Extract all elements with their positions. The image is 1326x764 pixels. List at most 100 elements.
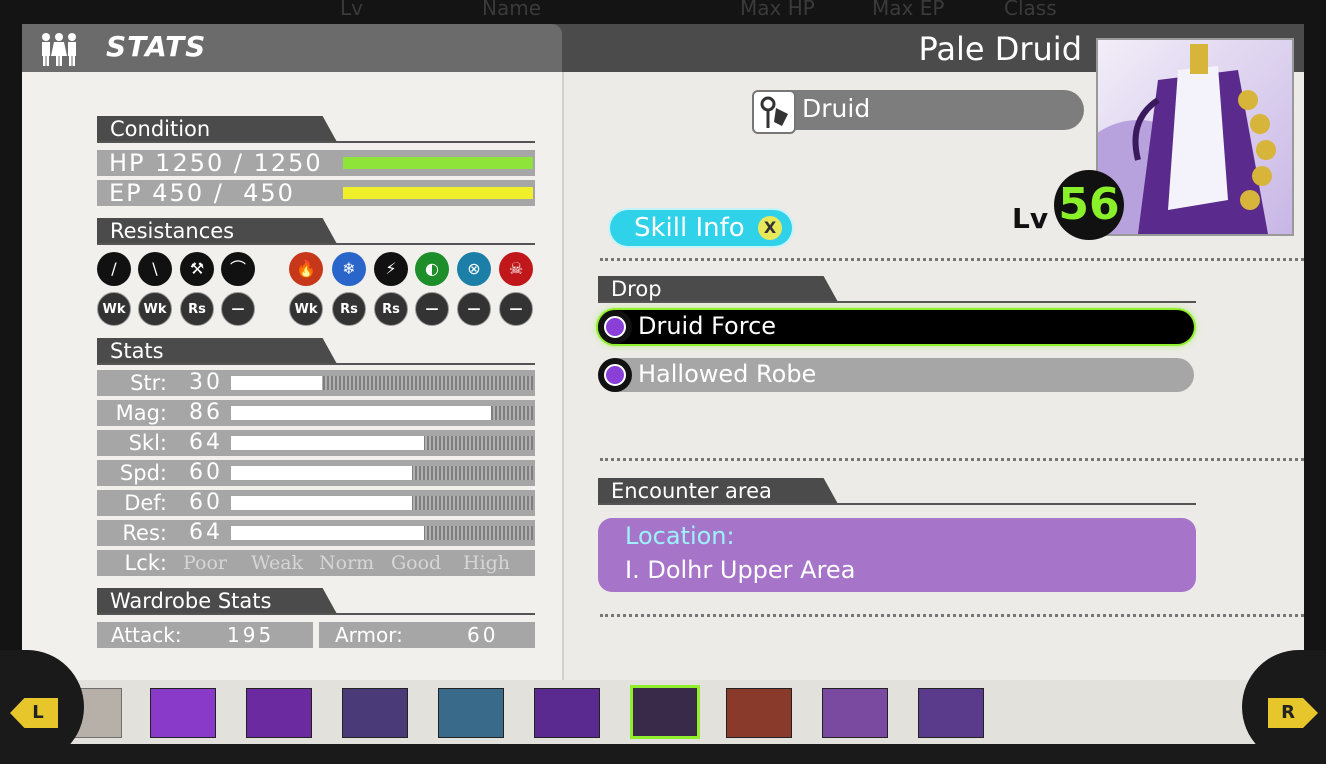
divider bbox=[600, 614, 1304, 617]
bg-header-lv: Lv bbox=[340, 0, 363, 20]
stat-bar-fill bbox=[231, 436, 425, 450]
stat-label: Res: bbox=[122, 521, 167, 545]
class-label: Druid bbox=[802, 94, 871, 123]
hp-label: HP 1250 / 1250 bbox=[109, 150, 323, 176]
skill-info-button[interactable]: Skill Info X bbox=[610, 210, 792, 246]
bg-header-class: Class bbox=[1004, 0, 1057, 20]
attack-value: 195 bbox=[227, 623, 275, 647]
stat-bar-fill bbox=[231, 496, 413, 510]
level-label: Lv bbox=[1012, 202, 1049, 235]
ep-row: EP 450 / 450 bbox=[97, 180, 535, 206]
drop-heading: Drop bbox=[598, 276, 1196, 303]
roster-thumbnail[interactable] bbox=[150, 688, 216, 738]
divider bbox=[600, 458, 1304, 461]
stat-value: 30 bbox=[189, 370, 223, 395]
ep-label: EP 450 / 450 bbox=[109, 180, 295, 206]
divider bbox=[97, 141, 535, 143]
stat-label: Skl: bbox=[128, 431, 167, 455]
luck-label: Lck: bbox=[124, 551, 167, 575]
monster-detail-panel: STATS Pale Druid Condition HP 1250 / 125… bbox=[22, 24, 1304, 746]
lightning-icon: ⚡ bbox=[374, 252, 408, 286]
drop-item-druid-force[interactable]: Druid Force bbox=[598, 310, 1194, 344]
roster-thumbnail[interactable] bbox=[342, 688, 408, 738]
stat-label: Str: bbox=[130, 371, 167, 395]
stat-row-def: Def: 60 bbox=[97, 490, 535, 516]
fire-icon: 🔥 bbox=[289, 252, 323, 286]
stat-label: Spd: bbox=[119, 461, 167, 485]
stats-tab: STATS bbox=[22, 24, 562, 72]
resistance-value: Wk bbox=[289, 292, 323, 326]
resistance-value: Wk bbox=[97, 292, 131, 326]
stat-value: 64 bbox=[189, 430, 223, 455]
staff-icon: \ bbox=[138, 252, 172, 286]
x-button-icon: X bbox=[758, 216, 782, 240]
drop-item-label: Hallowed Robe bbox=[638, 360, 817, 388]
stat-value: 60 bbox=[189, 460, 223, 485]
wardrobe-armor: Armor: 60 bbox=[319, 622, 535, 648]
wardrobe-label: Wardrobe Stats bbox=[97, 588, 337, 614]
divider bbox=[598, 301, 1196, 303]
armor-value: 60 bbox=[467, 623, 499, 647]
death-icon: ☠ bbox=[499, 252, 533, 286]
background-list-header: Lv Name Max HP Max EP Class bbox=[0, 0, 1326, 20]
resistance-value: Rs bbox=[180, 292, 214, 326]
luck-poor: Poor bbox=[183, 552, 227, 574]
divider bbox=[600, 258, 1304, 261]
resistance-value: — bbox=[499, 292, 533, 326]
stat-value: 64 bbox=[189, 520, 223, 545]
roster-thumbnail[interactable] bbox=[534, 688, 600, 738]
encounter-label: Encounter area bbox=[598, 478, 838, 504]
ep-bar bbox=[343, 187, 533, 199]
resistance-value: Rs bbox=[332, 292, 366, 326]
monster-name: Pale Druid bbox=[918, 30, 1083, 68]
bottom-bezel bbox=[0, 744, 1326, 764]
roster-thumbnail[interactable] bbox=[918, 688, 984, 738]
roster-thumbnail[interactable] bbox=[630, 685, 700, 739]
hp-bar bbox=[343, 157, 533, 169]
stat-value: 60 bbox=[189, 490, 223, 515]
ice-icon: ❄ bbox=[332, 252, 366, 286]
stat-row-mag: Mag: 86 bbox=[97, 400, 535, 426]
roster-thumbnail[interactable] bbox=[246, 688, 312, 738]
stat-bar-fill bbox=[231, 466, 413, 480]
stat-bar-track bbox=[231, 526, 533, 540]
resistance-value: Rs bbox=[374, 292, 408, 326]
ep-value: 450 / 450 bbox=[152, 179, 295, 207]
resistance-value: — bbox=[457, 292, 491, 326]
people-icon bbox=[42, 33, 76, 66]
stat-bar-fill bbox=[231, 376, 322, 390]
roster-thumbnail[interactable] bbox=[822, 688, 888, 738]
bow-icon: ⌒ bbox=[221, 252, 255, 286]
luck-weak: Weak bbox=[251, 552, 304, 574]
condition-heading: Condition bbox=[97, 116, 537, 143]
drop-item-hallowed-robe[interactable]: Hallowed Robe bbox=[598, 358, 1194, 392]
resistances-heading: Resistances bbox=[97, 218, 537, 245]
dark-icon: ⊗ bbox=[457, 252, 491, 286]
location-value: I. Dolhr Upper Area bbox=[625, 556, 856, 584]
stat-bar-track bbox=[231, 376, 533, 390]
stat-bar-fill bbox=[231, 526, 425, 540]
roster-thumbnail[interactable] bbox=[438, 688, 504, 738]
stat-row-skl: Skl: 64 bbox=[97, 430, 535, 456]
attack-label: Attack: bbox=[111, 623, 182, 647]
stat-row-spd: Spd: 60 bbox=[97, 460, 535, 486]
bg-header-name: Name bbox=[482, 0, 542, 20]
roster-thumbnail[interactable] bbox=[726, 688, 792, 738]
level-value: 56 bbox=[1054, 170, 1124, 240]
wardrobe-attack: Attack: 195 bbox=[97, 622, 313, 648]
drop-label: Drop bbox=[598, 276, 838, 302]
stat-bar-track bbox=[231, 496, 533, 510]
resistance-value: — bbox=[221, 292, 255, 326]
stat-label: Mag: bbox=[115, 401, 167, 425]
sword-icon: / bbox=[97, 252, 131, 286]
skill-info-label: Skill Info bbox=[634, 213, 745, 243]
axe-icon: ⚒ bbox=[180, 252, 214, 286]
stat-bar-fill bbox=[231, 406, 491, 420]
druid-class-icon bbox=[752, 90, 796, 134]
stat-row-res: Res: 64 bbox=[97, 520, 535, 546]
luck-good: Good bbox=[391, 552, 442, 574]
divider bbox=[97, 363, 535, 365]
stats-column: Condition HP 1250 / 1250 EP 450 / 450 Re… bbox=[22, 72, 564, 746]
resistance-value: — bbox=[415, 292, 449, 326]
hp-value: 1250 / 1250 bbox=[155, 149, 323, 177]
